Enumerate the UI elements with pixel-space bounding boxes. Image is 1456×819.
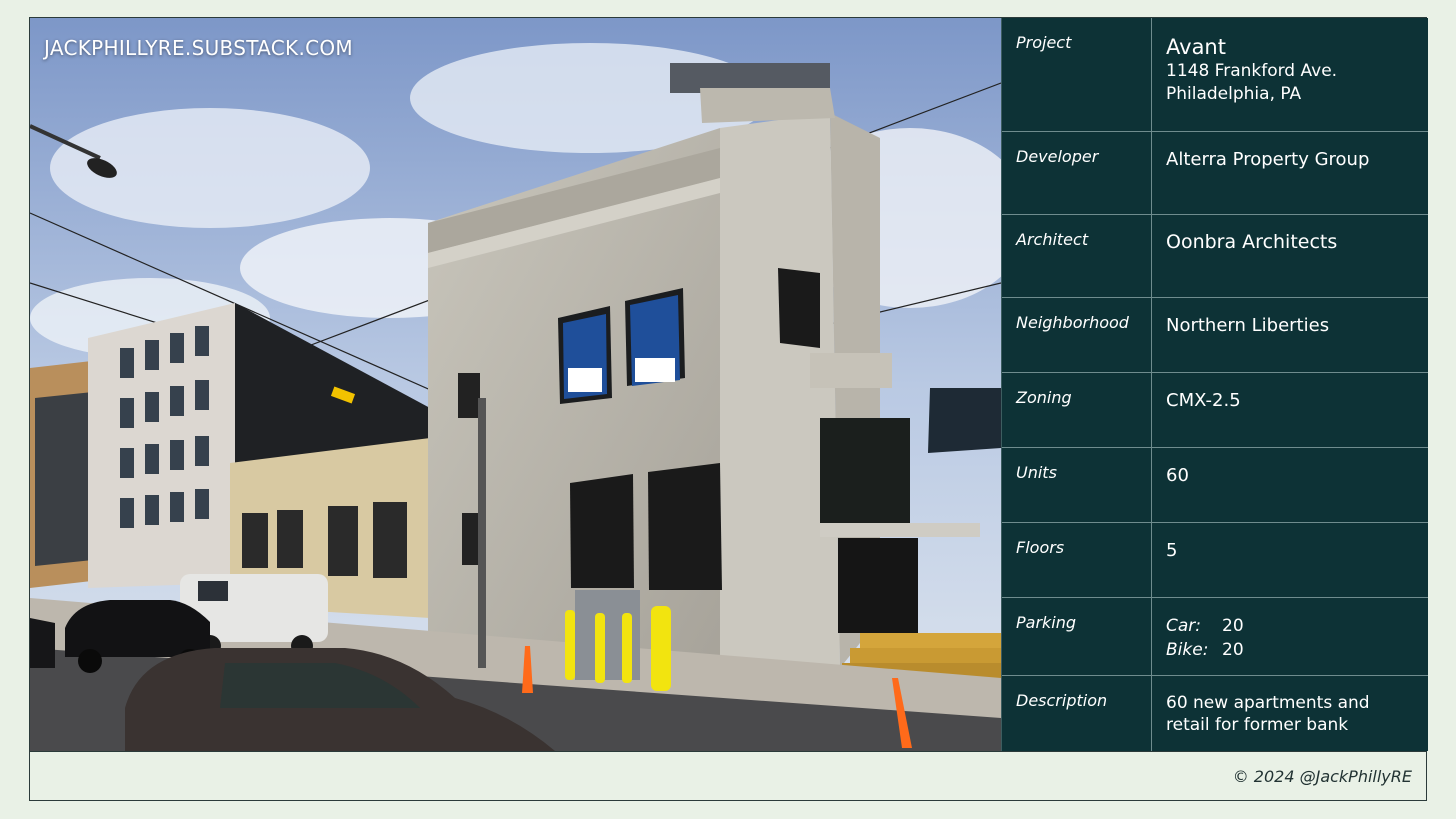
lease-sign-2 [630,295,680,386]
developer-value: Alterra Property Group [1166,149,1370,170]
project-address-line-1: 1148 Frankford Ave. [1166,61,1338,81]
project-address-line-2: Philadelphia, PA [1166,84,1302,104]
project-card: JACKPHILLYRE.SUBSTACK.COM Project Avant … [29,17,1428,801]
copyright-text: © 2024 @JackPhillyRE [1232,767,1412,786]
project-name: Avant [1166,35,1226,59]
row-neighborhood: Neighborhood Northern Liberties [1002,298,1428,373]
zoning-value: CMX-2.5 [1166,390,1241,411]
project-value: Avant 1148 Frankford Ave. Philadelphia, … [1166,34,1416,106]
description-value: 60 new apartments and retail for former … [1166,692,1416,736]
parking-car-count: 20 [1222,616,1244,636]
parking-bike-count: 20 [1222,640,1244,660]
project-info-table: Project Avant 1148 Frankford Ave. Philad… [1001,18,1428,751]
neighborhood-label: Neighborhood [1016,313,1129,332]
description-label: Description [1016,691,1108,710]
architect-label: Architect [1016,230,1089,249]
parking-car: Car: 20 [1166,614,1416,638]
row-floors: Floors 5 [1002,523,1428,598]
row-project: Project Avant 1148 Frankford Ave. Philad… [1002,18,1428,132]
parking-bike: Bike: 20 [1166,638,1416,662]
parking-car-label: Car: [1166,616,1202,636]
units-label: Units [1016,463,1057,482]
description-line-2: retail for former bank [1166,715,1349,735]
row-zoning: Zoning CMX-2.5 [1002,373,1428,448]
architect-value: Oonbra Architects [1166,231,1338,253]
floors-value: 5 [1166,540,1178,561]
row-description: Description 60 new apartments and retail… [1002,676,1428,751]
row-units: Units 60 [1002,448,1428,523]
lease-sign-1 [563,314,607,399]
row-developer: Developer Alterra Property Group [1002,132,1428,215]
row-architect: Architect Oonbra Architects [1002,215,1428,298]
units-value: 60 [1166,465,1189,486]
description-line-1: 60 new apartments and [1166,693,1370,713]
neighborhood-value: Northern Liberties [1166,315,1330,336]
building-photo: JACKPHILLYRE.SUBSTACK.COM [30,18,1001,751]
parking-bike-label: Bike: [1166,640,1209,660]
project-label: Project [1016,33,1072,52]
floors-label: Floors [1016,538,1065,557]
building-photo-illustration [30,18,1001,751]
zoning-label: Zoning [1016,388,1072,407]
developer-label: Developer [1016,147,1099,166]
row-parking: Parking Car: 20 Bike: 20 [1002,598,1428,676]
footer: © 2024 @JackPhillyRE [30,751,1426,801]
parking-label: Parking [1016,613,1077,632]
watermark-text: JACKPHILLYRE.SUBSTACK.COM [44,36,353,60]
parking-value: Car: 20 Bike: 20 [1166,614,1416,662]
